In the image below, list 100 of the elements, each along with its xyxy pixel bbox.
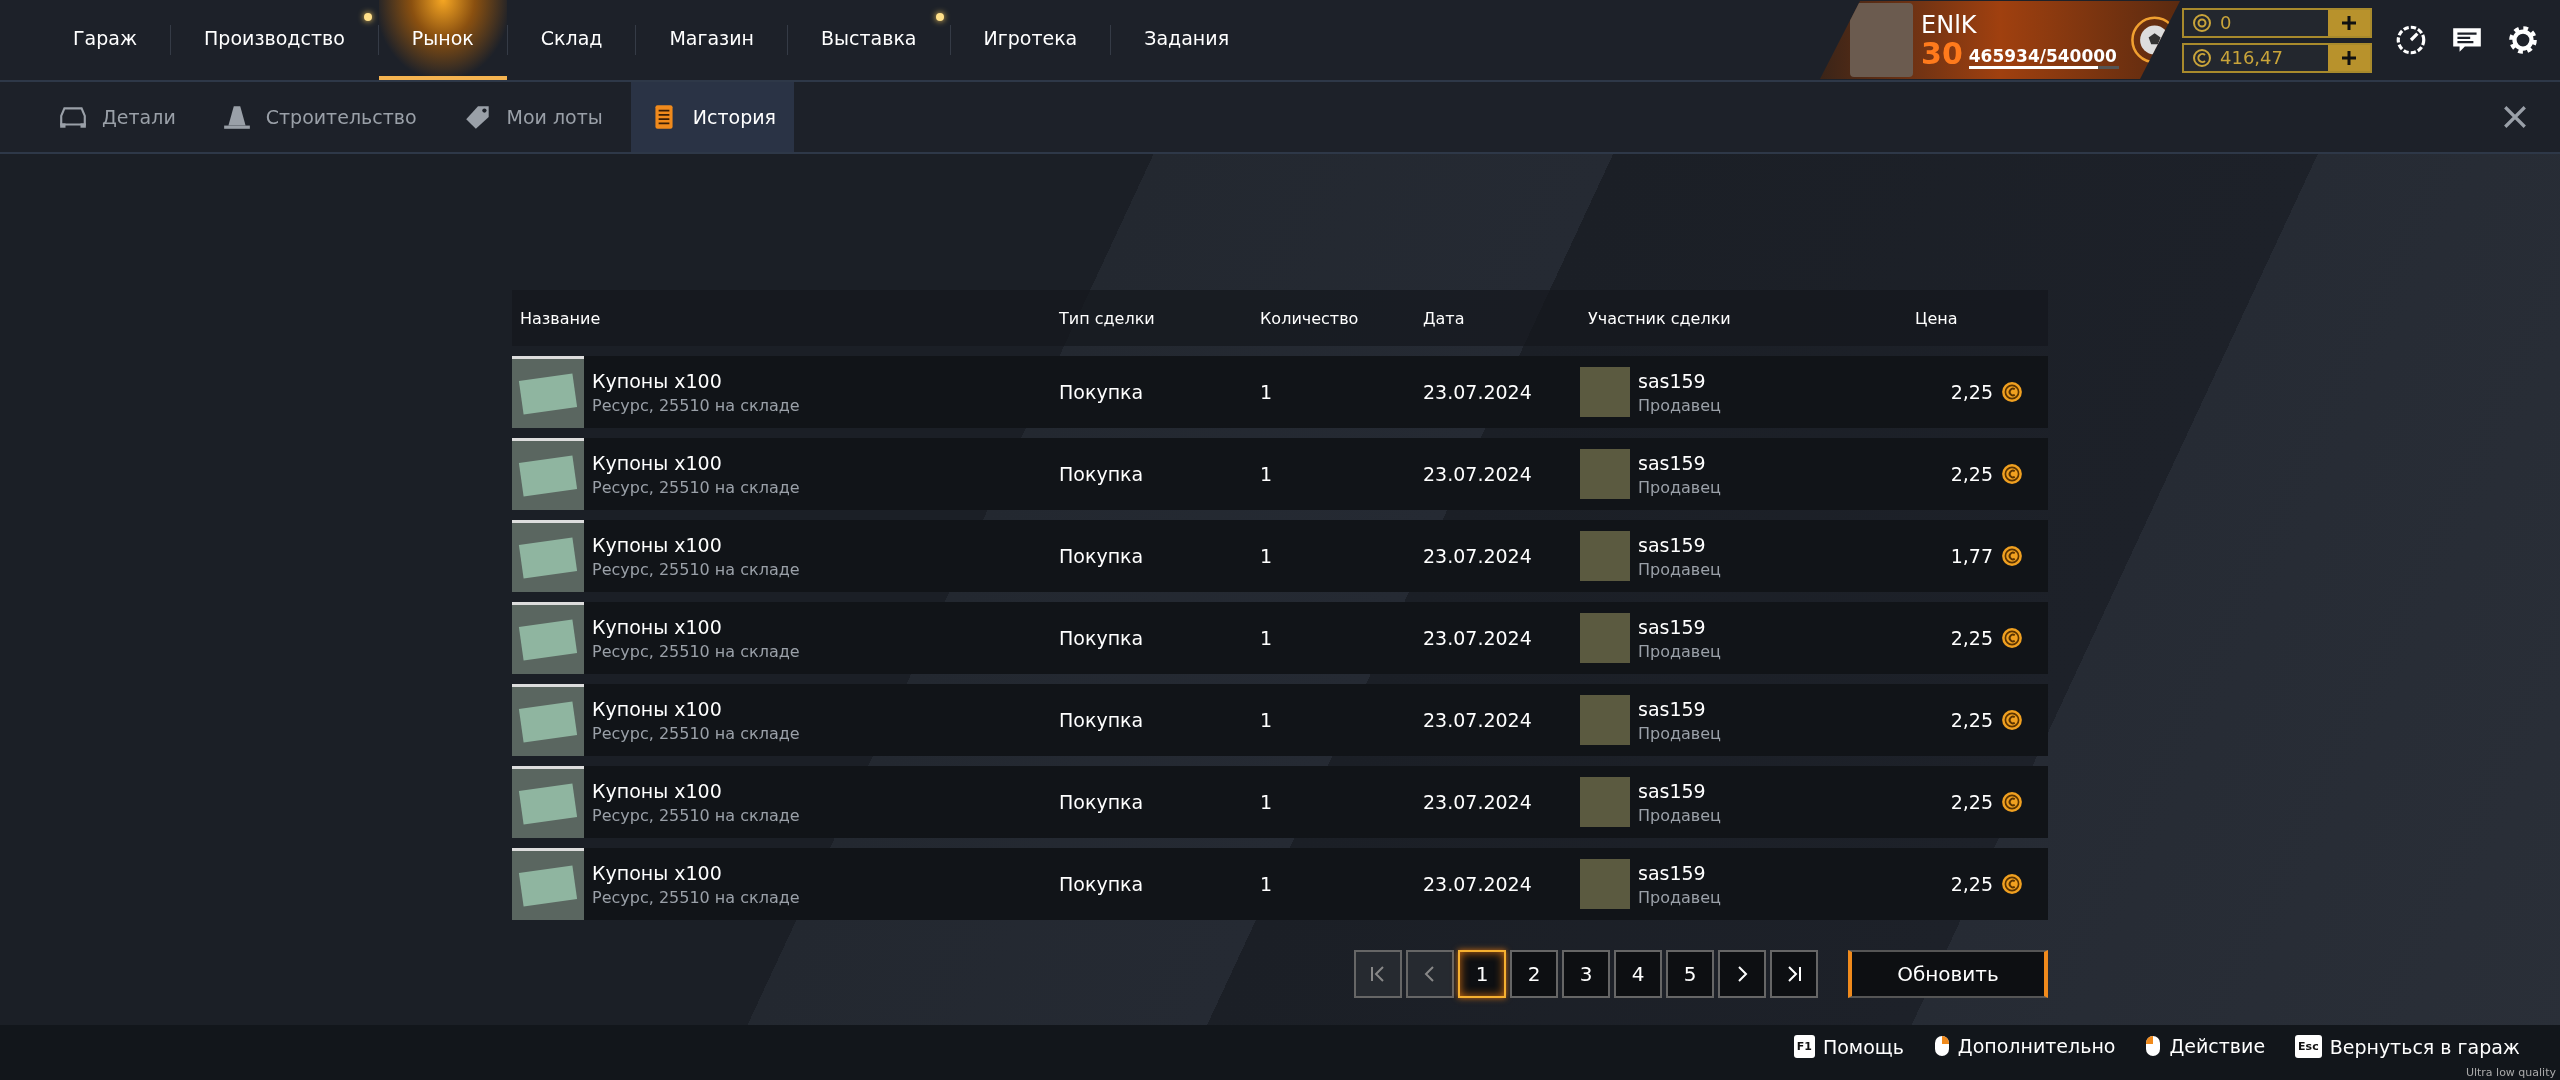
coin-icon	[2001, 381, 2023, 403]
nav-tab[interactable]: Гараж	[40, 0, 171, 80]
price: 2,25	[1949, 627, 1993, 649]
coin-icon	[2192, 47, 2212, 68]
participant-name: sas159	[1638, 779, 1707, 802]
participant-name: sas159	[1638, 369, 1707, 392]
participant-role: Продавец	[1638, 395, 1721, 415]
quality-label: Ultra low quality	[2465, 1067, 2556, 1079]
speedometer-icon[interactable]	[2394, 23, 2428, 57]
nav-tab[interactable]: Производство	[171, 0, 378, 80]
date: 23.07.2024	[1422, 627, 1533, 649]
table-row[interactable]: Купоны x100 Ресурс, 25510 на складе Покупка 1 23.07.2024 sas159 Продавец 1,77	[512, 520, 2048, 592]
coin-icon	[2001, 873, 2023, 895]
page-button[interactable]: 3	[1562, 950, 1610, 998]
nav-tab[interactable]: Выставка	[788, 0, 950, 80]
item-name: Купоны x100	[592, 779, 723, 802]
last-page-button[interactable]	[1770, 950, 1818, 998]
sub-tab[interactable]: История	[630, 82, 794, 152]
page-button[interactable]: 4	[1614, 950, 1662, 998]
add-currency-button[interactable]	[2328, 44, 2370, 71]
participant-name: sas159	[1638, 451, 1707, 474]
item-name: Купоны x100	[592, 369, 723, 392]
close-icon[interactable]	[2502, 104, 2528, 130]
first-page-button[interactable]	[1354, 950, 1402, 998]
nav-tab[interactable]: Склад	[507, 0, 636, 80]
coupon-thumbnail	[512, 602, 584, 674]
mouse-left-click-icon	[2145, 1035, 2162, 1057]
table-row[interactable]: Купоны x100 Ресурс, 25510 на складе Покупка 1 23.07.2024 sas159 Продавец 2,25	[512, 602, 2048, 674]
deal-type: Покупка	[1058, 545, 1145, 567]
price: 1,77	[1949, 545, 1993, 567]
column-header: Название	[519, 308, 602, 328]
refresh-button[interactable]: Обновить	[1848, 950, 2048, 998]
avatar-placeholder	[1580, 695, 1630, 745]
nav-tab[interactable]: Игротека	[950, 0, 1111, 80]
previous-page-button[interactable]	[1406, 950, 1454, 998]
table-row[interactable]: Купоны x100 Ресурс, 25510 на складе Покупка 1 23.07.2024 sas159 Продавец 2,25	[512, 438, 2048, 510]
item-detail: Ресурс, 25510 на складе	[592, 395, 800, 415]
avatar-placeholder	[1580, 367, 1630, 417]
player-name: ENlK	[1921, 11, 1978, 39]
item-detail: Ресурс, 25510 на складе	[592, 641, 800, 661]
coupon-thumbnail	[512, 356, 584, 428]
item-detail: Ресурс, 25510 на складе	[592, 477, 800, 497]
hint-label: Действие	[2169, 1035, 2266, 1057]
profile-banner[interactable]: ENlK 30 465934/540000	[1820, 1, 2180, 79]
player-level: 30	[1921, 39, 1963, 69]
participant-role: Продавец	[1638, 887, 1721, 907]
participant-role: Продавец	[1638, 559, 1721, 579]
quantity: 1	[1259, 463, 1274, 485]
nav-tab[interactable]: Рынок	[378, 0, 507, 80]
date: 23.07.2024	[1422, 873, 1533, 895]
column-header: Участник сделки	[1587, 308, 1732, 328]
table-row[interactable]: Купоны x100 Ресурс, 25510 на складе Покупка 1 23.07.2024 sas159 Продавец 2,25	[512, 684, 2048, 756]
avatar-placeholder	[1580, 777, 1630, 827]
nav-tab[interactable]: Задания	[1111, 0, 1263, 80]
settings-icon[interactable]	[2506, 23, 2540, 57]
mouse-right-click-icon	[1933, 1035, 1950, 1057]
participant-role: Продавец	[1638, 723, 1721, 743]
coupon-thumbnail	[512, 520, 584, 592]
experience-text: 465934/540000	[1968, 46, 2118, 66]
next-page-button[interactable]	[1718, 950, 1766, 998]
coupon-thumbnail	[512, 766, 584, 838]
coin-icon	[2001, 709, 2023, 731]
sub-tab[interactable]: Мои лоты	[444, 82, 621, 152]
key-cap: Esc	[2295, 1035, 2322, 1058]
table-row[interactable]: Купоны x100 Ресурс, 25510 на складе Покупка 1 23.07.2024 sas159 Продавец 2,25	[512, 766, 2048, 838]
coin-icon	[2001, 627, 2023, 649]
nav-tab[interactable]: Магазин	[636, 0, 787, 80]
avatar-placeholder	[1580, 449, 1630, 499]
add-currency-button[interactable]	[2328, 9, 2370, 36]
coupon-thumbnail	[512, 684, 584, 756]
price: 2,25	[1949, 381, 1993, 403]
coin-icon	[2001, 545, 2023, 567]
page-button[interactable]: 1	[1458, 950, 1506, 998]
item-detail: Ресурс, 25510 на складе	[592, 723, 800, 743]
deal-type: Покупка	[1058, 791, 1145, 813]
sub-tab[interactable]: Строительство	[203, 82, 435, 152]
hint-label: Помощь	[1822, 1035, 1904, 1058]
participant-name: sas159	[1638, 697, 1707, 720]
table-row[interactable]: Купоны x100 Ресурс, 25510 на складе Покупка 1 23.07.2024 sas159 Продавец 2,25	[512, 848, 2048, 920]
hint-label: Вернуться в гараж	[2329, 1035, 2520, 1058]
table-row[interactable]: Купоны x100 Ресурс, 25510 на складе Покупка 1 23.07.2024 sas159 Продавец 2,25	[512, 356, 2048, 428]
plus-icon	[2341, 14, 2357, 31]
item-name: Купоны x100	[592, 697, 723, 720]
item-detail: Ресурс, 25510 на складе	[592, 559, 800, 579]
deal-type: Покупка	[1058, 873, 1145, 895]
quantity: 1	[1259, 791, 1274, 813]
page-button[interactable]: 2	[1510, 950, 1558, 998]
avatar-placeholder	[1580, 859, 1630, 909]
item-name: Купоны x100	[592, 861, 723, 884]
car-icon	[58, 104, 88, 130]
price: 2,25	[1949, 791, 1993, 813]
column-header: Количество	[1259, 308, 1360, 328]
participant-name: sas159	[1638, 615, 1707, 638]
price: 2,25	[1949, 709, 1993, 731]
item-name: Купоны x100	[592, 615, 723, 638]
sub-tab[interactable]: Детали	[40, 82, 194, 152]
avatar-placeholder	[1580, 613, 1630, 663]
coin-icon	[2001, 463, 2023, 485]
quantity: 1	[1259, 873, 1274, 895]
page-button[interactable]: 5	[1666, 950, 1714, 998]
